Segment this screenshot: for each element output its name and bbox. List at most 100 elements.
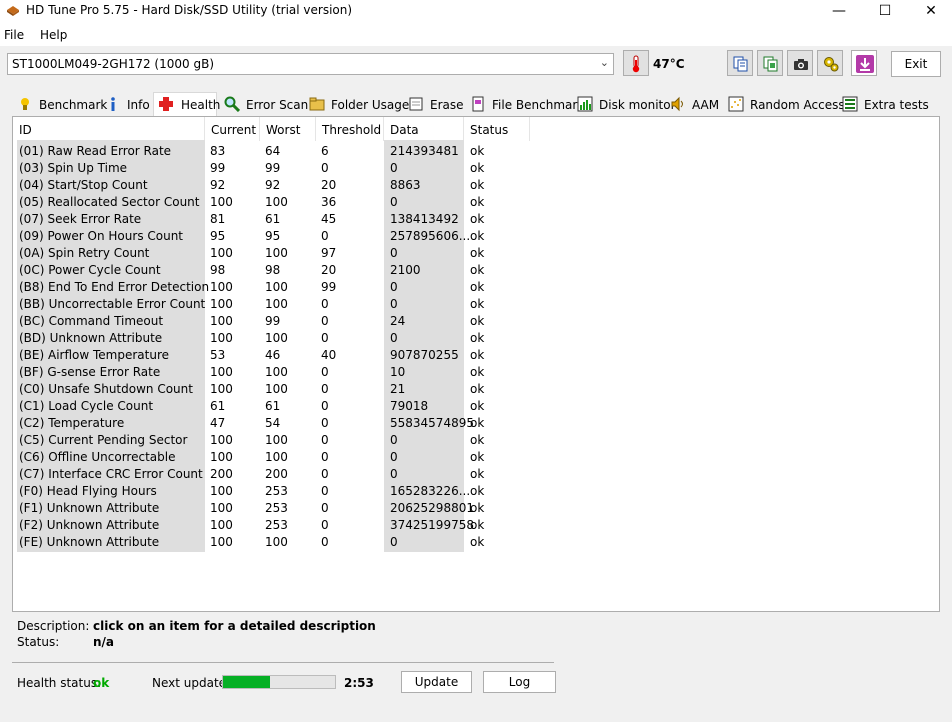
thermometer-icon	[632, 55, 640, 73]
tab-benchmark[interactable]: Benchmark	[17, 94, 107, 116]
screenshot-button[interactable]	[787, 50, 813, 76]
table-row[interactable]: (C7) Interface CRC Error Count 200 200 0 0 ok	[13, 465, 533, 482]
tab-aam-label: AAM	[692, 98, 720, 112]
health-cross-icon	[159, 97, 173, 111]
table-row[interactable]: (F1) Unknown Attribute 100 253 0 20625298801…	[13, 499, 533, 516]
table-cell: 83	[210, 144, 226, 158]
log-button[interactable]: Log	[483, 671, 556, 693]
table-cell: 99	[210, 161, 226, 175]
table-cell: 214393481	[390, 144, 459, 158]
tab-random-access[interactable]: Random Access	[728, 94, 845, 116]
table-cell: 99	[321, 280, 337, 294]
table-cell: (C6) Offline Uncorrectable	[19, 450, 176, 464]
table-cell: 138413492	[390, 212, 459, 226]
tab-extra-tests-label: Extra tests	[864, 98, 929, 112]
table-row[interactable]: (BE) Airflow Temperature 53 46 40 907870255 o…	[13, 346, 533, 363]
table-cell: 100	[210, 535, 233, 549]
maximize-icon: ☐	[878, 3, 892, 19]
table-cell: 54	[265, 416, 281, 430]
tab-file-benchmark[interactable]: File Benchmark	[470, 94, 584, 116]
table-cell: 253	[265, 518, 288, 532]
tab-aam[interactable]: AAM	[670, 94, 720, 116]
table-row[interactable]: (0C) Power Cycle Count 98 98 20 2100 ok	[13, 261, 533, 278]
table-row[interactable]: (07) Seek Error Rate 81 61 45 138413492 ok	[13, 210, 533, 227]
menu-help[interactable]: Help	[40, 28, 67, 42]
column-header-current[interactable]: Current	[205, 117, 260, 141]
save-button[interactable]	[851, 50, 877, 76]
table-row[interactable]: (0A) Spin Retry Count 100 100 97 0 ok	[13, 244, 533, 261]
tab-random-access-label: Random Access	[750, 98, 845, 112]
close-button[interactable]: ✕	[908, 0, 952, 24]
table-cell: (F1) Unknown Attribute	[19, 501, 160, 515]
table-cell: (03) Spin Up Time	[19, 161, 128, 175]
table-row[interactable]: (FE) Unknown Attribute 100 100 0 0 ok	[13, 533, 533, 550]
table-cell: 0	[390, 297, 398, 311]
table-cell: (0C) Power Cycle Count	[19, 263, 161, 277]
column-header-status[interactable]: Status	[464, 117, 530, 141]
copy-text-button[interactable]	[727, 50, 753, 76]
table-cell: 0	[321, 161, 329, 175]
copy-screenshot-button[interactable]	[757, 50, 783, 76]
menu-file[interactable]: File	[4, 28, 24, 42]
table-row[interactable]: (F2) Unknown Attribute 100 253 0 37425199758…	[13, 516, 533, 533]
table-row[interactable]: (09) Power On Hours Count 95 95 0 257895606.…	[13, 227, 533, 244]
table-row[interactable]: (05) Reallocated Sector Count 100 100 36 0 ok	[13, 193, 533, 210]
table-cell: 0	[390, 161, 398, 175]
table-row[interactable]: (C6) Offline Uncorrectable 100 100 0 0 ok	[13, 448, 533, 465]
table-cell: (BB) Uncorrectable Error Count	[19, 297, 206, 311]
table-cell: 0	[321, 297, 329, 311]
column-header-id[interactable]: ID	[13, 117, 205, 141]
table-row[interactable]: (C2) Temperature 47 54 0 55834574895 ok	[13, 414, 533, 431]
table-cell: 0	[390, 331, 398, 345]
table-row[interactable]: (B8) End To End Error Detection 100 100 99 0…	[13, 278, 533, 295]
tab-disk-monitor[interactable]: Disk monitor	[577, 94, 676, 116]
table-row[interactable]: (C1) Load Cycle Count 61 61 0 79018 ok	[13, 397, 533, 414]
table-cell: 20625298801	[390, 501, 474, 515]
table-cell: ok	[470, 331, 485, 345]
folder-icon	[309, 97, 325, 111]
column-header-data[interactable]: Data	[384, 117, 464, 141]
table-cell: 200	[210, 467, 233, 481]
table-cell: 20	[321, 263, 337, 277]
table-cell: (07) Seek Error Rate	[19, 212, 142, 226]
table-cell: 0	[321, 331, 329, 345]
tab-erase[interactable]: Erase	[408, 94, 464, 116]
table-row[interactable]: (BD) Unknown Attribute 100 100 0 0 ok	[13, 329, 533, 346]
column-header-worst[interactable]: Worst	[260, 117, 316, 141]
table-cell: 47	[210, 416, 226, 430]
table-cell: 100	[210, 331, 233, 345]
tab-health[interactable]: Health	[153, 92, 221, 117]
table-row[interactable]: (03) Spin Up Time 99 99 0 0 ok	[13, 159, 533, 176]
table-row[interactable]: (BF) G-sense Error Rate 100 100 0 10 ok	[13, 363, 533, 380]
minimize-button[interactable]: —	[816, 0, 862, 24]
table-cell: 100	[210, 314, 233, 328]
maximize-button[interactable]: ☐	[862, 0, 908, 24]
erase-icon	[409, 97, 423, 111]
tab-error-scan[interactable]: Error Scan	[224, 94, 308, 116]
benchmark-icon	[21, 98, 29, 110]
table-cell: 0	[321, 501, 329, 515]
table-row[interactable]: (C5) Current Pending Sector 100 100 0 0 ok	[13, 431, 533, 448]
table-cell: 95	[210, 229, 226, 243]
table-row[interactable]: (BB) Uncorrectable Error Count 100 100 0 0 ok	[13, 295, 533, 312]
drive-select[interactable]: ST1000LM049-2GH172 (1000 gB) ⌄	[7, 53, 614, 75]
table-cell: (BD) Unknown Attribute	[19, 331, 163, 345]
exit-button[interactable]: Exit	[891, 51, 941, 77]
table-cell: 100	[265, 280, 288, 294]
options-button[interactable]	[817, 50, 843, 76]
tab-info[interactable]: Info	[105, 94, 150, 116]
table-row[interactable]: (04) Start/Stop Count 92 92 20 8863 ok	[13, 176, 533, 193]
tab-folder-usage[interactable]: Folder Usage	[309, 94, 409, 116]
table-row[interactable]: (F0) Head Flying Hours 100 253 0 165283226..…	[13, 482, 533, 499]
tab-extra-tests[interactable]: Extra tests	[842, 94, 929, 116]
table-cell: 100	[210, 382, 233, 396]
tab-health-label: Health	[181, 98, 221, 112]
table-cell: 55834574895	[390, 416, 474, 430]
update-button[interactable]: Update	[401, 671, 472, 693]
description-value: click on an item for a detailed descript…	[93, 619, 376, 633]
table-row[interactable]: (01) Raw Read Error Rate 83 64 6 214393481 ok	[13, 142, 533, 159]
table-row[interactable]: (C0) Unsafe Shutdown Count 100 100 0 21 ok	[13, 380, 533, 397]
table-row[interactable]: (BC) Command Timeout 100 99 0 24 ok	[13, 312, 533, 329]
table-cell: 0	[390, 535, 398, 549]
column-header-threshold[interactable]: Threshold	[316, 117, 384, 141]
